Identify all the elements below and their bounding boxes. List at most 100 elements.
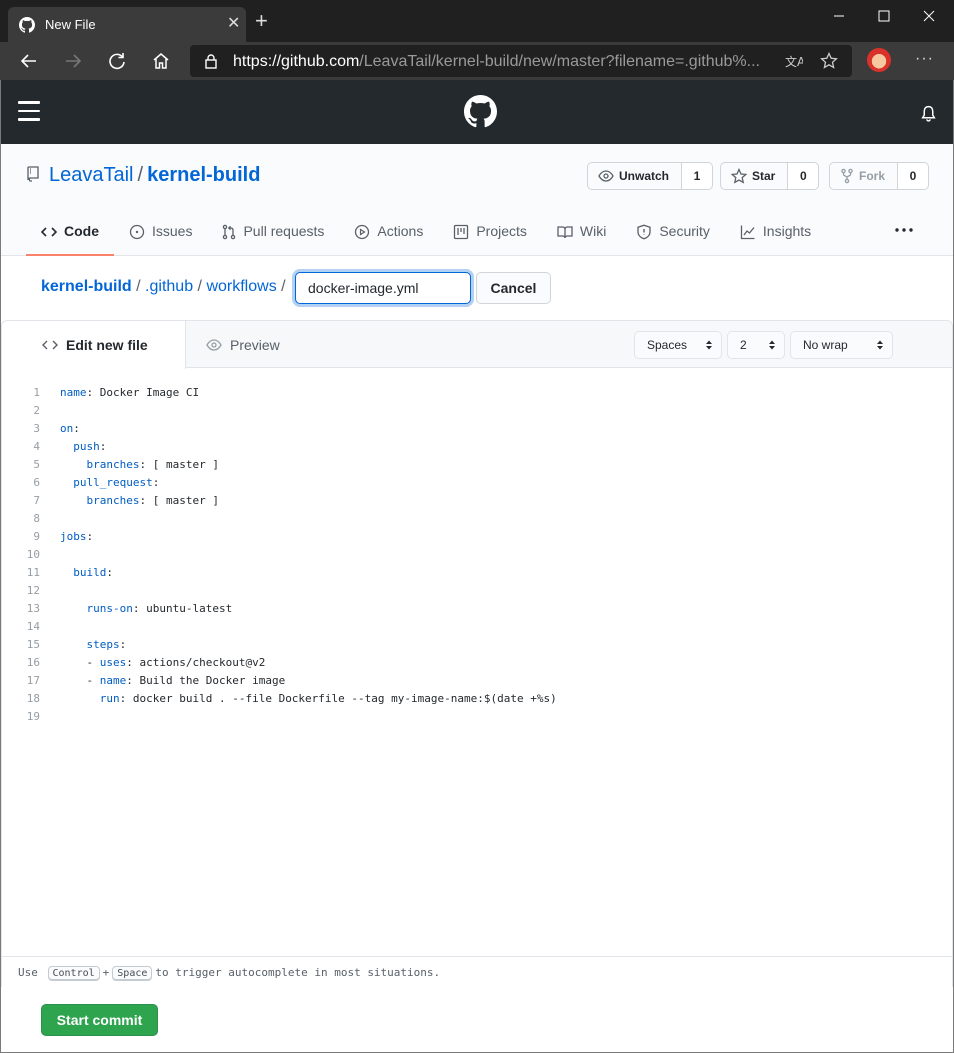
fork-icon	[841, 168, 853, 184]
github-logo-icon[interactable]	[464, 95, 497, 128]
line-number: 15	[26, 638, 40, 651]
fork-button[interactable]: Fork	[829, 162, 899, 190]
star-count[interactable]: 0	[788, 162, 820, 190]
play-icon	[355, 224, 370, 240]
minimize-icon[interactable]	[827, 6, 851, 26]
repo-owner-link[interactable]: LeavaTail	[49, 164, 134, 186]
tab-pull-requests[interactable]: Pull requests	[207, 216, 339, 256]
code-line[interactable]: 10	[2, 546, 952, 564]
lock-icon	[205, 54, 217, 69]
more-tabs-icon[interactable]	[894, 226, 914, 234]
project-icon	[454, 224, 469, 240]
shield-icon	[637, 224, 651, 240]
hint-text: to trigger autocomplete in most situatio…	[155, 966, 441, 979]
breadcrumb-separator: /	[197, 278, 202, 295]
code-line[interactable]: 4 push:	[2, 438, 952, 456]
notification-bell-icon[interactable]	[920, 105, 937, 122]
tab-wiki[interactable]: Wiki	[542, 216, 621, 256]
code-line[interactable]: 16 - uses: actions/checkout@v2	[2, 654, 952, 672]
tab-insights[interactable]: Insights	[725, 216, 826, 256]
fork-count[interactable]: 0	[898, 162, 930, 190]
code-line[interactable]: 11 build:	[2, 564, 952, 582]
back-icon[interactable]	[19, 51, 39, 71]
line-content: jobs:	[60, 530, 94, 543]
indent-mode-select[interactable]: Spaces	[634, 331, 722, 359]
forward-icon[interactable]	[63, 51, 83, 71]
line-content: build:	[73, 566, 113, 579]
hamburger-menu-icon[interactable]	[18, 101, 40, 121]
line-number: 2	[33, 404, 40, 417]
indent-size-select[interactable]: 2	[727, 331, 785, 359]
browser-tab[interactable]: New File ✕	[8, 7, 246, 42]
code-line[interactable]: 1 name: Docker Image CI	[2, 384, 952, 402]
maximize-icon[interactable]	[872, 6, 896, 26]
tab-issues[interactable]: Issues	[114, 216, 207, 256]
code-icon	[42, 340, 58, 350]
star-button[interactable]: Star	[720, 162, 789, 190]
new-tab-icon[interactable]: +	[255, 10, 273, 32]
graph-icon	[740, 225, 755, 240]
breadcrumb-github-link[interactable]: .github	[145, 278, 193, 295]
close-window-icon[interactable]	[917, 6, 941, 26]
autocomplete-hint: Use Control + Space to trigger autocomplete…	[2, 956, 952, 987]
refresh-icon[interactable]	[107, 51, 127, 71]
code-line[interactable]: 15 steps:	[2, 636, 952, 654]
code-area[interactable]: 1 name: Docker Image CI 2 3 on: 4 push: 5 bran…	[2, 384, 952, 726]
line-number: 18	[26, 692, 40, 705]
code-line[interactable]: 18 run: docker build . --file Dockerfile…	[2, 690, 952, 708]
watch-count[interactable]: 1	[682, 162, 714, 190]
code-line[interactable]: 7 branches: [ master ]	[2, 492, 952, 510]
tab-security[interactable]: Security	[621, 216, 725, 256]
code-line[interactable]: 2	[2, 402, 952, 420]
book-icon	[557, 226, 573, 239]
tab-actions[interactable]: Actions	[339, 216, 438, 256]
code-line[interactable]: 3 on:	[2, 420, 952, 438]
line-number: 3	[33, 422, 40, 435]
github-favicon-icon	[19, 17, 35, 33]
code-line[interactable]: 8	[2, 510, 952, 528]
code-line[interactable]: 13 runs-on: ubuntu-latest	[2, 600, 952, 618]
home-icon[interactable]	[151, 51, 171, 71]
line-content: run: docker build . --file Dockerfile --…	[99, 692, 557, 705]
unwatch-button[interactable]: Unwatch	[587, 162, 683, 190]
repo-title-separator: /	[137, 164, 144, 186]
tab-preview[interactable]: Preview	[206, 321, 280, 368]
tab-edit-new-file[interactable]: Edit new file	[2, 321, 186, 369]
code-line[interactable]: 12	[2, 582, 952, 600]
repo-title: LeavaTail / kernel-build	[26, 164, 260, 187]
line-number: 12	[26, 584, 40, 597]
tab-code[interactable]: Code	[26, 216, 114, 256]
tab-projects[interactable]: Projects	[438, 216, 542, 256]
tab-pull-requests-label: Pull requests	[243, 223, 325, 239]
code-line[interactable]: 19	[2, 708, 952, 726]
address-bar[interactable]: https://github.com/LeavaTail/kernel-buil…	[190, 45, 852, 77]
url-text: https://github.com/LeavaTail/kernel-buil…	[233, 53, 760, 70]
hint-text: Use	[18, 966, 38, 979]
line-number: 11	[26, 566, 40, 579]
code-line[interactable]: 14	[2, 618, 952, 636]
code-line[interactable]: 6 pull_request:	[2, 474, 952, 492]
repo-name-link[interactable]: kernel-build	[147, 164, 260, 186]
line-number: 13	[26, 602, 40, 615]
code-line[interactable]: 9 jobs:	[2, 528, 952, 546]
breadcrumb-root-link[interactable]: kernel-build	[41, 278, 132, 295]
profile-avatar[interactable]	[867, 48, 891, 72]
browser-menu-icon[interactable]: ···	[915, 50, 934, 68]
start-commit-button[interactable]: Start commit	[41, 1004, 158, 1036]
code-line[interactable]: 17 - name: Build the Docker image	[2, 672, 952, 690]
repo-nav-tabs: Code Issues Pull requests Actions Projec…	[26, 216, 826, 256]
filename-input[interactable]	[295, 272, 471, 304]
close-tab-icon[interactable]: ✕	[227, 16, 240, 32]
star-label: Star	[752, 169, 776, 183]
code-line[interactable]: 5 branches: [ master ]	[2, 456, 952, 474]
wrap-mode-select[interactable]: No wrap	[790, 331, 893, 359]
breadcrumb-workflows-link[interactable]: workflows	[206, 278, 276, 295]
cancel-button[interactable]: Cancel	[476, 272, 551, 304]
repo-header: LeavaTail / kernel-build Unwatch 1 Star 0 …	[0, 144, 954, 256]
translate-icon[interactable]: 文A	[785, 53, 803, 69]
favorite-star-icon[interactable]	[820, 52, 838, 70]
line-content: - name: Build the Docker image	[60, 674, 286, 687]
line-number: 10	[26, 548, 40, 561]
star-icon	[731, 168, 747, 184]
line-content: pull_request:	[73, 476, 160, 489]
